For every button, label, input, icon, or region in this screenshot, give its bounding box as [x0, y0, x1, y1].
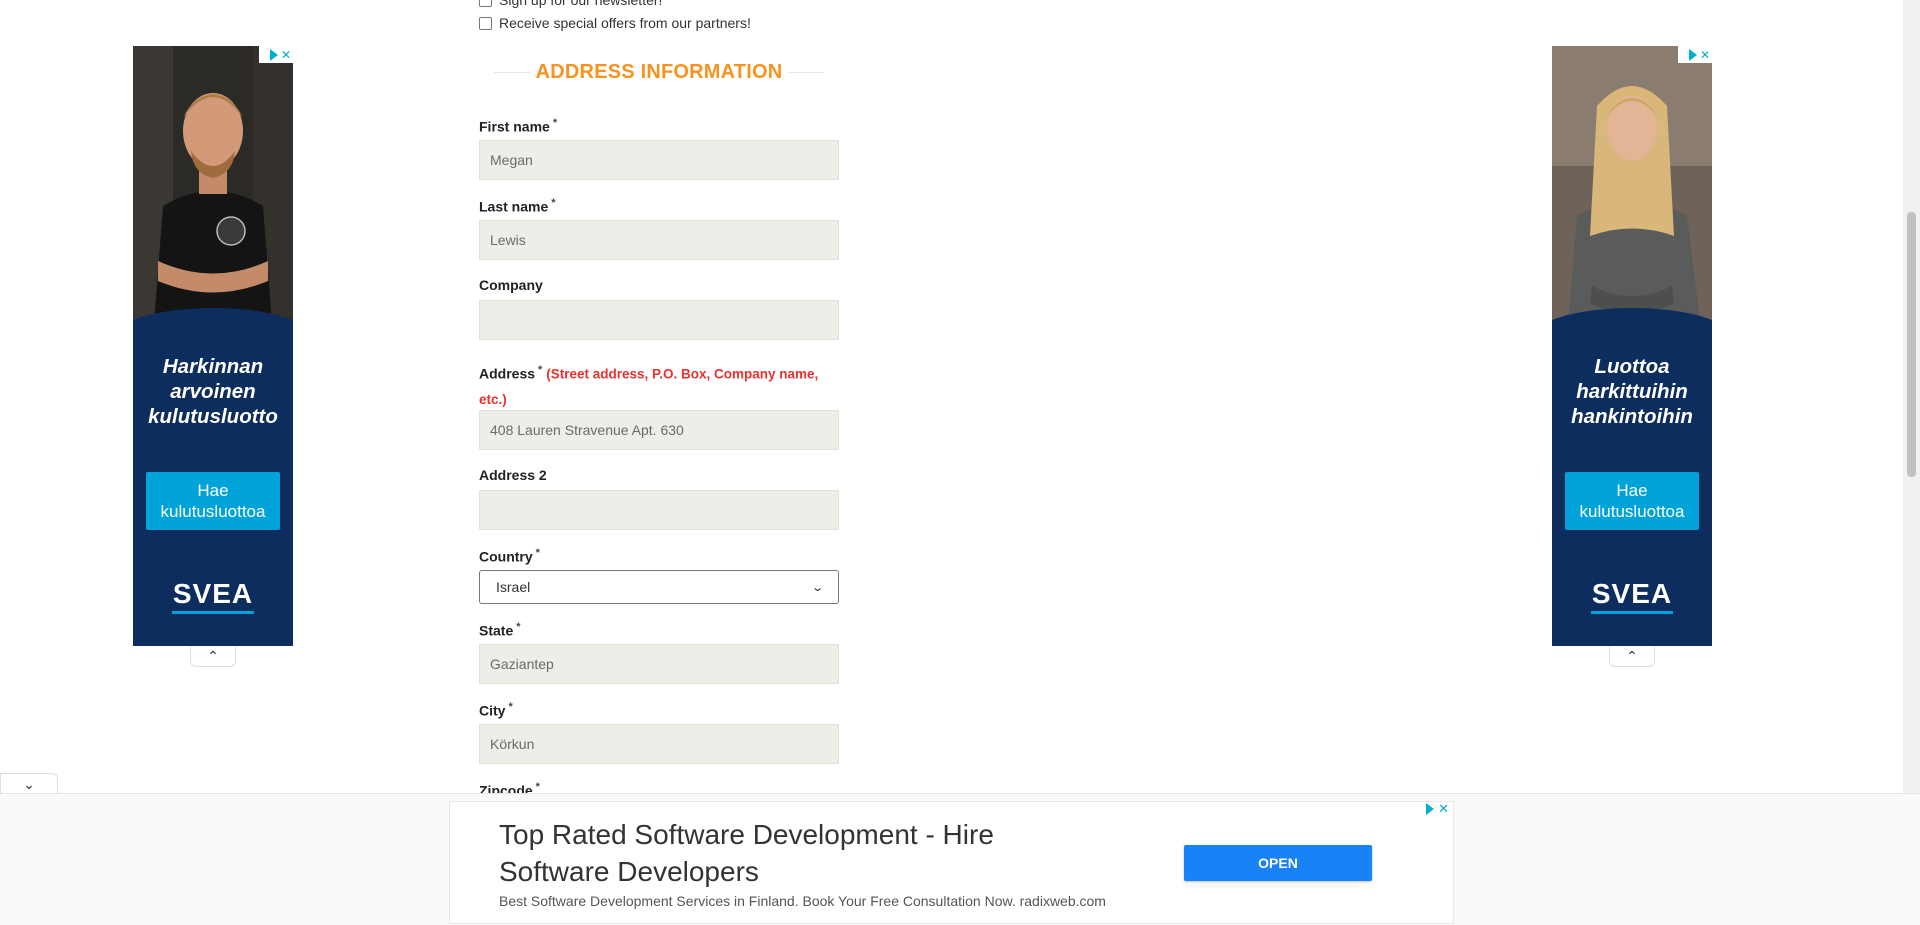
address-value: 408 Lauren Stravenue Apt. 630 [490, 422, 684, 438]
close-icon[interactable]: ✕ [1438, 801, 1449, 817]
last-name-label: Last name * [479, 197, 556, 215]
ad-headline-line: harkittuihin [1576, 380, 1688, 403]
adchoices-icon[interactable] [1426, 803, 1435, 815]
svea-logo: SVEA [1591, 578, 1673, 609]
chevron-down-icon: ⌄ [810, 581, 824, 594]
address2-input[interactable] [479, 490, 839, 530]
last-name-label-text: Last name [479, 198, 549, 215]
logo-underline [172, 611, 254, 614]
address-section-title: ADDRESS INFORMATION [494, 60, 825, 84]
required-mark: * [535, 547, 540, 559]
last-name-input[interactable]: Lewis [479, 220, 839, 260]
country-label-text: Country [479, 548, 533, 565]
address2-label: Address 2 [479, 467, 547, 483]
partner-offers-checkbox[interactable] [479, 16, 492, 30]
newsletter-checkbox-row[interactable]: Sign up for our newsletter! [479, 0, 662, 8]
first-name-label-text: First name [479, 118, 550, 135]
bottom-ad-description: Best Software Development Services in Fi… [499, 893, 1106, 909]
partner-offers-checkbox-row[interactable]: Receive special offers from our partners… [479, 15, 751, 31]
company-input[interactable] [479, 300, 839, 340]
required-mark: * [538, 364, 543, 376]
bottom-ad-toggle[interactable]: ⌄ [0, 773, 58, 794]
required-mark: * [516, 621, 521, 633]
ad-cta-line: Hae [197, 481, 229, 500]
required-mark: * [552, 117, 558, 129]
ad-headline-line: Luottoa [1594, 355, 1670, 378]
scrollbar-thumb[interactable] [1907, 212, 1916, 477]
left-ad-collapse[interactable]: ⌃ [190, 646, 236, 667]
state-input[interactable]: Gaziantep [479, 644, 839, 684]
state-value: Gaziantep [490, 656, 554, 672]
address-hint-cont: etc.) [479, 391, 507, 407]
chevron-up-icon: ⌃ [207, 647, 219, 664]
right-sidebar-ad[interactable]: Luottoa harkittuihin hankintoihin Hae ku… [1552, 46, 1712, 646]
ad-headline-line: kulutusluotto [148, 405, 278, 428]
country-label: Country * [479, 547, 540, 565]
adchoices-icon[interactable] [269, 48, 278, 61]
page-scrollbar[interactable] [1903, 0, 1920, 793]
right-ad-choices[interactable]: ✕ [1678, 46, 1712, 63]
divider [494, 71, 530, 73]
first-name-value: Megan [490, 152, 533, 168]
city-label: City * [479, 701, 513, 719]
divider [788, 71, 825, 73]
ad-headline: Luottoa harkittuihin hankintoihin [1552, 354, 1712, 429]
country-value: Israel [496, 579, 531, 595]
close-icon[interactable]: ✕ [281, 48, 291, 62]
ad-cta-line: kulutusluottoa [160, 502, 266, 521]
last-name-value: Lewis [490, 232, 526, 248]
ad-headline-line: Harkinnan [162, 355, 264, 378]
ad-cta-button[interactable]: Hae kulutusluottoa [146, 472, 280, 530]
ad-headline: Harkinnan arvoinen kulutusluotto [133, 354, 293, 429]
left-sidebar-ad[interactable]: Harkinnan arvoinen kulutusluotto Hae kul… [133, 46, 293, 646]
ad-photo-woman [1552, 46, 1712, 336]
close-icon[interactable]: ✕ [1700, 48, 1710, 62]
svea-logo: SVEA [172, 578, 254, 609]
state-label-text: State [479, 622, 514, 639]
bottom-ad-headline[interactable]: Top Rated Software Development - Hire So… [499, 816, 1059, 890]
address2-label-text: Address 2 [479, 467, 547, 483]
first-name-label: First name * [479, 117, 557, 135]
left-ad-choices[interactable]: ✕ [259, 46, 293, 63]
open-button[interactable]: OPEN [1184, 845, 1372, 881]
ad-cta-line: Hae [1616, 481, 1648, 500]
bottom-banner-ad[interactable]: Top Rated Software Development - Hire So… [449, 801, 1454, 924]
first-name-input[interactable]: Megan [479, 140, 839, 180]
city-value: Körkun [490, 736, 535, 752]
company-label-text: Company [479, 277, 543, 293]
required-mark: * [535, 781, 540, 793]
city-input[interactable]: Körkun [479, 724, 839, 764]
ad-headline-line: hankintoihin [1571, 405, 1693, 428]
required-mark: * [508, 701, 513, 713]
ad-photo-man [133, 46, 293, 336]
required-mark: * [551, 197, 556, 209]
right-ad-collapse[interactable]: ⌃ [1609, 646, 1655, 667]
chevron-down-icon: ⌄ [23, 775, 35, 792]
ad-cta-line: kulutusluottoa [1579, 502, 1685, 521]
address-input[interactable]: 408 Lauren Stravenue Apt. 630 [479, 410, 839, 450]
chevron-up-icon: ⌃ [1626, 647, 1638, 664]
company-label: Company [479, 277, 543, 293]
ad-cta-button[interactable]: Hae kulutusluottoa [1565, 472, 1699, 530]
address-label-text: Address [479, 365, 536, 382]
bottom-ad-choices[interactable]: ✕ [1426, 801, 1449, 817]
logo-underline [1591, 611, 1673, 614]
address-hint: (Street address, P.O. Box, Company name, [546, 366, 819, 382]
section-title-text: ADDRESS INFORMATION [535, 60, 783, 83]
adchoices-icon[interactable] [1688, 48, 1697, 61]
newsletter-label: Sign up for our newsletter! [499, 0, 663, 8]
city-label-text: City [479, 702, 506, 719]
state-label: State * [479, 621, 521, 639]
partner-offers-label: Receive special offers from our partners… [499, 15, 751, 31]
ad-headline-line: arvoinen [170, 380, 256, 403]
country-select[interactable]: Israel ⌄ [479, 570, 839, 604]
newsletter-checkbox[interactable] [479, 0, 492, 7]
address-label: Address * (Street address, P.O. Box, Comp… [479, 358, 839, 412]
